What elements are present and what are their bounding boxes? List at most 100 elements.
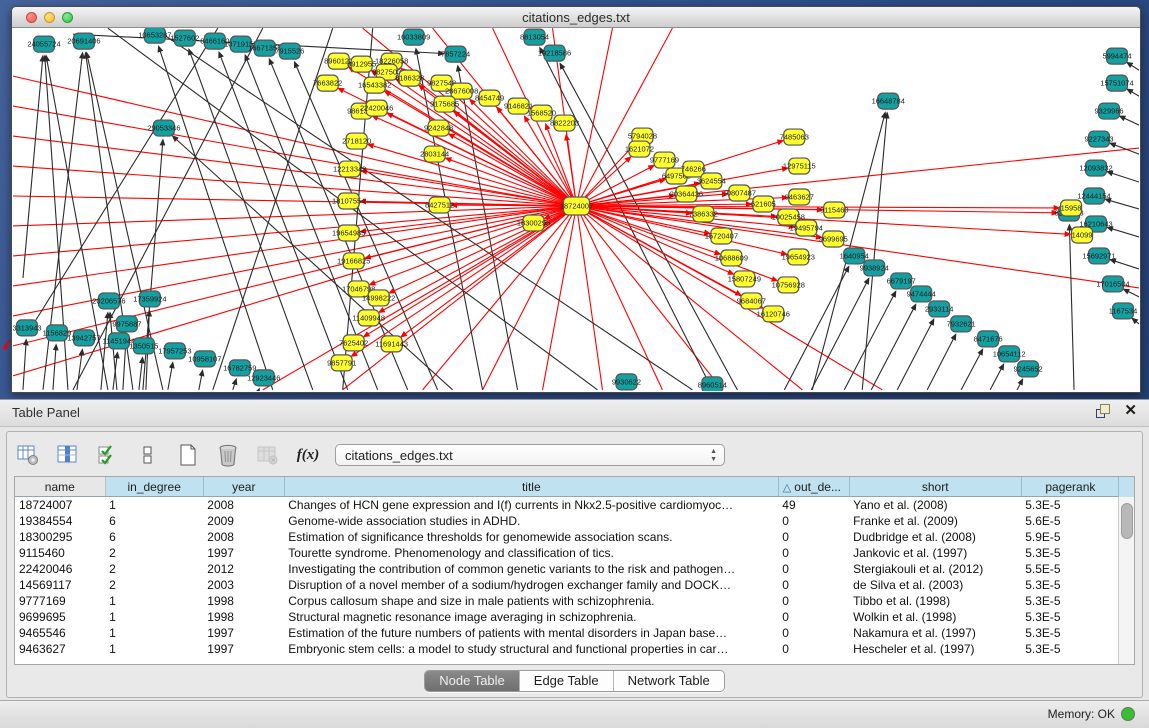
table-cell[interactable]: 1 (105, 593, 203, 609)
table-cell[interactable]: 0 (778, 593, 849, 609)
table-scrollbar[interactable] (1118, 497, 1134, 664)
table-cell[interactable]: 0 (778, 609, 849, 625)
graph-node[interactable]: 13942757 (67, 330, 100, 346)
graph-node[interactable]: 7932621 (947, 316, 976, 332)
graph-node[interactable]: 8454749 (475, 90, 504, 106)
table-cell[interactable]: Dudbridge et al. (2008) (849, 529, 1021, 545)
table-cell[interactable]: 9463627 (15, 641, 105, 657)
table-cell[interactable]: 5.9E-5 (1021, 529, 1119, 545)
graph-node[interactable]: 14099 (1072, 227, 1093, 243)
graph-node[interactable]: 18724007 (560, 197, 593, 215)
table-cell[interactable]: 2009 (203, 513, 284, 529)
table-cell[interactable]: 2008 (203, 529, 284, 545)
table-cell[interactable]: Tourette syndrome. Phenomenology and cla… (284, 545, 778, 561)
table-cell[interactable]: Hescheler et al. (1997) (849, 641, 1021, 657)
delete-icon[interactable] (215, 442, 241, 468)
graph-node[interactable]: 9857791 (327, 355, 356, 371)
graph-node[interactable]: 8471676 (974, 331, 1003, 347)
table-cell[interactable]: Nakamura et al. (1997) (849, 625, 1021, 641)
table-cell[interactable]: 0 (778, 545, 849, 561)
graph-node[interactable]: 6679197 (887, 273, 916, 289)
graph-node[interactable]: 9699695 (819, 231, 848, 247)
graph-node[interactable]: 15958 (1061, 200, 1082, 216)
table-row[interactable]: 2242004622012Investigating the contribut… (15, 561, 1120, 577)
column-header-short[interactable]: short (849, 477, 1021, 497)
table-cell[interactable]: 0 (778, 641, 849, 657)
new-table-icon[interactable] (175, 442, 201, 468)
table-cell[interactable]: 6 (105, 529, 203, 545)
table-select-dropdown[interactable]: citations_edges.txt ▲▼ (335, 444, 725, 466)
graph-node[interactable]: 19654923 (782, 249, 815, 265)
table-cell[interactable]: 5.6E-5 (1021, 513, 1119, 529)
graph-node[interactable]: 2718120 (342, 133, 371, 149)
graph-node[interactable]: 7485063 (780, 129, 809, 145)
graph-node[interactable]: 9115460 (820, 202, 849, 218)
table-cell[interactable]: Estimation of significance thresholds fo… (284, 529, 778, 545)
table-row[interactable]: 1830029562008Estimation of significance … (15, 529, 1120, 545)
table-cell[interactable]: 1997 (203, 545, 284, 561)
table-cell[interactable]: 18724007 (15, 497, 105, 514)
table-cell[interactable]: Yano et al. (2008) (849, 497, 1021, 514)
table-cell[interactable]: 49 (778, 497, 849, 514)
table-cell[interactable]: 1 (105, 609, 203, 625)
table-cell[interactable]: 9777169 (15, 593, 105, 609)
table-row[interactable]: 1938455462009Genome-wide association stu… (15, 513, 1120, 529)
graph-node[interactable]: 7663822 (313, 75, 342, 91)
table-cell[interactable]: 0 (778, 513, 849, 529)
graph-node[interactable]: 9463627 (785, 189, 814, 205)
graph-node[interactable]: 9930622 (612, 374, 641, 390)
table-cell[interactable]: 9115460 (15, 545, 105, 561)
column-header-name[interactable]: name (15, 477, 105, 497)
graph-node[interactable]: 10958107 (188, 351, 221, 367)
tab-node-table[interactable]: Node Table (425, 671, 520, 691)
table-cell[interactable]: 5.3E-5 (1021, 577, 1119, 593)
graph-node[interactable]: 12975115 (783, 158, 816, 174)
table-cell[interactable]: 0 (778, 577, 849, 593)
table-cell[interactable]: Embryonic stem cells: a model to study s… (284, 641, 778, 657)
table-cell[interactable]: 0 (778, 561, 849, 577)
graph-node[interactable]: 9245652 (1014, 361, 1043, 377)
graph-node[interactable]: 18107554 (332, 193, 365, 209)
graph-node[interactable]: 7386332 (689, 206, 718, 222)
graph-node[interactable]: 2803144 (420, 146, 449, 162)
graph-node[interactable]: 12444154 (1077, 188, 1110, 204)
graph-node[interactable]: 5994474 (1102, 48, 1131, 64)
graph-node[interactable]: 9474444 (907, 286, 936, 302)
table-row[interactable]: 946554611997Estimation of the future num… (15, 625, 1120, 641)
graph-node[interactable]: 3624554 (697, 173, 726, 189)
table-cell[interactable]: Investigating the contribution of common… (284, 561, 778, 577)
graph-node[interactable]: 17359924 (133, 291, 166, 307)
table-row[interactable]: 946362711997Embryonic stem cells: a mode… (15, 641, 1120, 657)
table-cell[interactable]: Genome-wide association studies in ADHD. (284, 513, 778, 529)
table-row[interactable]: 977716911998Corpus callosum shape and si… (15, 593, 1120, 609)
column-header-out_degree[interactable]: △out_de... (778, 477, 849, 497)
table-cell[interactable]: 9699695 (15, 609, 105, 625)
graph-node[interactable]: 8427512 (425, 197, 454, 213)
table-cell[interactable]: 5.3E-5 (1021, 641, 1119, 657)
table-cell[interactable]: 1998 (203, 609, 284, 625)
float-panel-icon[interactable] (1096, 404, 1110, 418)
graph-node[interactable]: 19218586 (538, 45, 571, 61)
graph-node[interactable]: 8186328 (395, 70, 424, 86)
table-cell[interactable]: 5.3E-5 (1021, 625, 1119, 641)
table-cell[interactable]: 18300295 (15, 529, 105, 545)
graph-node[interactable]: 1350515 (129, 338, 158, 354)
column-header-pagerank[interactable]: pagerank (1021, 477, 1119, 497)
graph-node[interactable]: 10756928 (772, 277, 805, 293)
graph-node[interactable]: 10688609 (715, 250, 748, 266)
graph-node[interactable]: 16648784 (872, 93, 905, 109)
table-cell[interactable]: 0 (778, 625, 849, 641)
table-row[interactable]: 1872400712008Changes of HCN gene express… (15, 497, 1120, 514)
table-cell[interactable]: Stergiakouli et al. (2012) (849, 561, 1021, 577)
graph-node[interactable]: 2933114 (925, 301, 954, 317)
table-cell[interactable]: Corpus callosum shape and size in male p… (284, 593, 778, 609)
table-cell[interactable]: 5.3E-5 (1021, 593, 1119, 609)
table-cell[interactable]: 22420046 (15, 561, 105, 577)
table-cell[interactable]: de Silva et al. (2003) (849, 577, 1021, 593)
table-cell[interactable]: 19384554 (15, 513, 105, 529)
table-row[interactable]: 969969511998Structural magnetic resonanc… (15, 609, 1120, 625)
column-header-title[interactable]: title (284, 477, 778, 497)
graph-node[interactable]: 7915526 (275, 43, 304, 59)
table-cell[interactable]: 2 (105, 561, 203, 577)
graph-node[interactable]: 9777169 (650, 152, 679, 168)
